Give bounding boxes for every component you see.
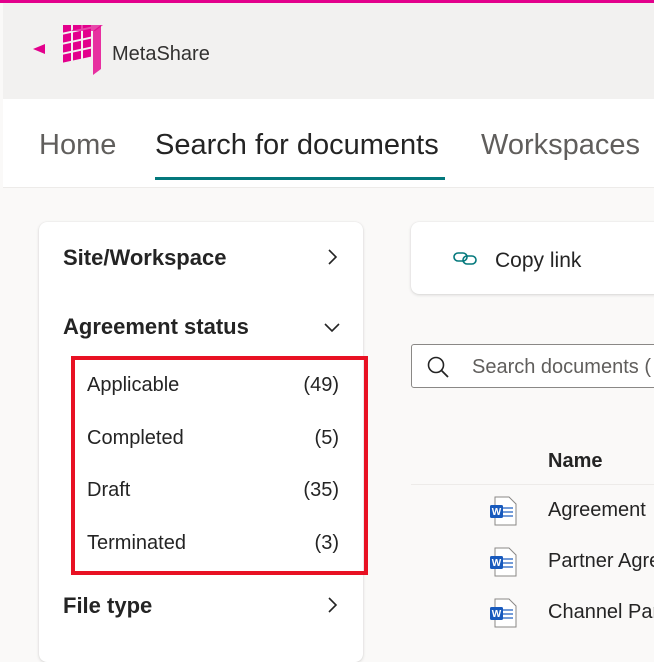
search-input[interactable] [470,351,654,383]
search-box[interactable] [411,344,654,388]
column-header-name[interactable]: Name [548,450,602,473]
table-row[interactable]: W Partner Agre [411,547,654,597]
tab-search-for-documents[interactable]: Search for documents [155,129,439,162]
header-divider [411,484,654,485]
copy-link-label: Copy link [495,249,582,272]
table-row[interactable]: W Agreement [411,496,654,546]
document-name[interactable]: Agreement [548,499,646,522]
filter-site-workspace-title: Site/Workspace [63,245,227,270]
metashare-logo-icon [33,25,103,75]
active-tab-indicator [155,177,445,180]
tab-home[interactable]: Home [39,129,116,162]
word-doc-icon: W [490,598,517,628]
document-name[interactable]: Channel Par [548,601,654,624]
svg-text:W: W [492,507,502,518]
chevron-down-icon [324,323,340,333]
document-name[interactable]: Partner Agre [548,550,654,573]
link-icon [453,252,477,265]
highlight-box [71,356,368,575]
app-name: MetaShare [112,43,210,65]
app-header: MetaShare [3,3,654,99]
svg-text:W: W [492,558,502,569]
filter-file-type-title: File type [63,593,153,618]
filter-agreement-status-title: Agreement status [63,314,249,339]
tab-workspaces[interactable]: Workspaces [481,129,640,162]
table-row[interactable]: W Channel Par [411,598,654,648]
word-doc-icon: W [490,496,517,526]
copy-link-button[interactable]: Copy link [411,222,654,294]
search-icon [427,356,449,378]
document-list: Name W Agreement W Partner Agre W Channe… [411,430,654,643]
svg-text:W: W [492,609,502,620]
chevron-right-icon [328,597,338,613]
top-navigation: Home Search for documents Workspaces [3,99,654,188]
chevron-right-icon [328,249,338,265]
word-doc-icon: W [490,547,517,577]
